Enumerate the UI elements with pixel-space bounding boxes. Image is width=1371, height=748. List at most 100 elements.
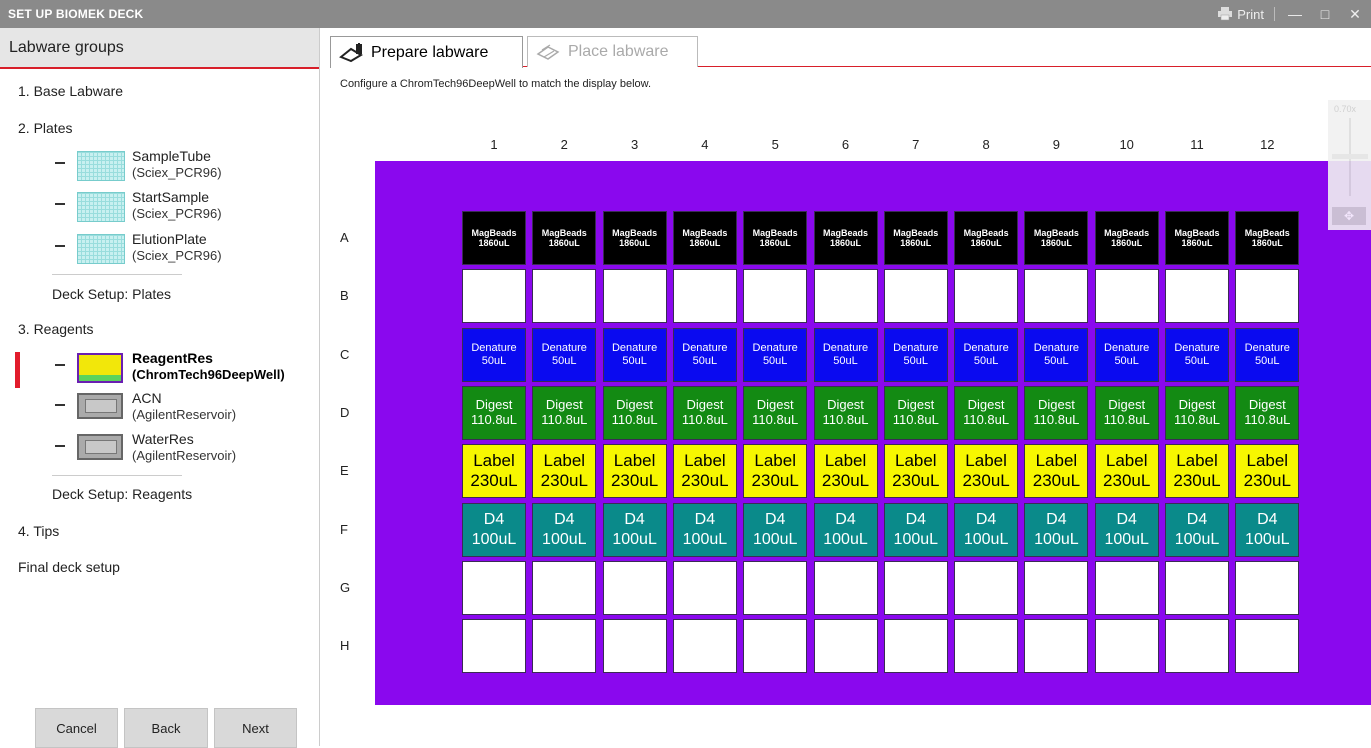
well-G4[interactable] [672,560,737,615]
well-H6[interactable] [813,619,878,674]
group-final-deck-setup[interactable]: Final deck setup [18,559,120,575]
well-H10[interactable] [1094,619,1159,674]
well-C2[interactable]: Denature 50uL [532,327,597,382]
tab-place-labware[interactable]: Place labware [527,36,698,67]
well-E12[interactable]: Label 230uL [1235,444,1300,499]
well-A9[interactable]: MagBeads 1860uL [1024,211,1089,265]
well-C10[interactable]: Denature 50uL [1094,327,1159,382]
well-G11[interactable] [1165,560,1229,615]
well-A3[interactable]: MagBeads 1860uL [602,211,667,265]
well-A6[interactable]: MagBeads 1860uL [813,211,878,265]
well-A1[interactable]: MagBeads 1860uL [462,211,526,265]
well-A10[interactable]: MagBeads 1860uL [1094,211,1159,265]
reagent-item-waterres[interactable]: WaterRes (AgilentReservoir) [0,431,320,471]
well-F4[interactable]: D4 100uL [672,502,737,557]
minimize-button[interactable]: — [1285,6,1305,22]
well-G8[interactable] [954,560,1019,615]
print-button[interactable]: Print [1217,7,1264,22]
well-F5[interactable]: D4 100uL [743,502,808,557]
well-F6[interactable]: D4 100uL [813,502,878,557]
well-G12[interactable] [1235,560,1300,615]
well-B9[interactable] [1024,269,1089,324]
well-C7[interactable]: Denature 50uL [883,327,948,382]
well-D3[interactable]: Digest 110.8uL [602,385,667,440]
well-C9[interactable]: Denature 50uL [1024,327,1089,382]
well-E4[interactable]: Label 230uL [672,444,737,499]
well-G3[interactable] [602,560,667,615]
well-E9[interactable]: Label 230uL [1024,444,1089,499]
well-D5[interactable]: Digest 110.8uL [743,385,808,440]
well-F9[interactable]: D4 100uL [1024,502,1089,557]
plate-item-sampletube[interactable]: SampleTube (Sciex_PCR96) [0,148,320,188]
well-H12[interactable] [1235,619,1300,674]
group-reagents[interactable]: 3. Reagents [18,321,94,337]
well-D1[interactable]: Digest 110.8uL [462,385,526,440]
back-button[interactable]: Back [124,708,208,748]
well-G2[interactable] [532,560,597,615]
well-H7[interactable] [883,619,948,674]
well-H8[interactable] [954,619,1019,674]
well-F10[interactable]: D4 100uL [1094,502,1159,557]
well-E1[interactable]: Label 230uL [462,444,526,499]
well-B1[interactable] [462,269,526,324]
well-G1[interactable] [462,560,526,615]
well-H11[interactable] [1165,619,1229,674]
well-G5[interactable] [743,560,808,615]
well-H5[interactable] [743,619,808,674]
well-A8[interactable]: MagBeads 1860uL [954,211,1019,265]
well-B8[interactable] [954,269,1019,324]
plate-item-elutionplate[interactable]: ElutionPlate (Sciex_PCR96) [0,231,320,271]
deck-setup-reagents[interactable]: Deck Setup: Reagents [52,486,192,502]
well-D10[interactable]: Digest 110.8uL [1094,385,1159,440]
zoom-control[interactable]: 0.70x ✥ [1328,100,1371,230]
well-C11[interactable]: Denature 50uL [1165,327,1229,382]
well-E11[interactable]: Label 230uL [1165,444,1229,499]
well-G10[interactable] [1094,560,1159,615]
well-F7[interactable]: D4 100uL [883,502,948,557]
well-A2[interactable]: MagBeads 1860uL [532,211,597,265]
close-button[interactable]: ✕ [1345,6,1365,23]
well-C1[interactable]: Denature 50uL [462,327,526,382]
well-D12[interactable]: Digest 110.8uL [1235,385,1300,440]
well-B7[interactable] [883,269,948,324]
next-button[interactable]: Next [214,708,297,748]
well-D9[interactable]: Digest 110.8uL [1024,385,1089,440]
well-B4[interactable] [672,269,737,324]
well-E6[interactable]: Label 230uL [813,444,878,499]
well-G6[interactable] [813,560,878,615]
well-B10[interactable] [1094,269,1159,324]
group-base-labware[interactable]: 1. Base Labware [18,83,123,99]
well-A11[interactable]: MagBeads 1860uL [1165,211,1229,265]
well-B6[interactable] [813,269,878,324]
well-H2[interactable] [532,619,597,674]
well-A7[interactable]: MagBeads 1860uL [883,211,948,265]
plate-item-startsample[interactable]: StartSample (Sciex_PCR96) [0,189,320,229]
well-D2[interactable]: Digest 110.8uL [532,385,597,440]
well-D4[interactable]: Digest 110.8uL [672,385,737,440]
well-F12[interactable]: D4 100uL [1235,502,1300,557]
well-H1[interactable] [462,619,526,674]
well-G9[interactable] [1024,560,1089,615]
well-H4[interactable] [672,619,737,674]
well-B2[interactable] [532,269,597,324]
well-F8[interactable]: D4 100uL [954,502,1019,557]
reagent-item-reagentres[interactable]: ReagentRes (ChromTech96DeepWell) [0,350,320,390]
well-B5[interactable] [743,269,808,324]
tab-prepare-labware[interactable]: Prepare labware [330,36,523,68]
deck-setup-plates[interactable]: Deck Setup: Plates [52,286,171,302]
reagent-item-acn[interactable]: ACN (AgilentReservoir) [0,390,320,430]
well-E7[interactable]: Label 230uL [883,444,948,499]
well-B12[interactable] [1235,269,1300,324]
well-A4[interactable]: MagBeads 1860uL [672,211,737,265]
well-A5[interactable]: MagBeads 1860uL [743,211,808,265]
well-D8[interactable]: Digest 110.8uL [954,385,1019,440]
well-F11[interactable]: D4 100uL [1165,502,1229,557]
well-E8[interactable]: Label 230uL [954,444,1019,499]
well-C12[interactable]: Denature 50uL [1235,327,1300,382]
well-A12[interactable]: MagBeads 1860uL [1235,211,1300,265]
pan-icon[interactable]: ✥ [1332,207,1366,225]
well-E3[interactable]: Label 230uL [602,444,667,499]
well-F2[interactable]: D4 100uL [532,502,597,557]
well-C4[interactable]: Denature 50uL [672,327,737,382]
well-C3[interactable]: Denature 50uL [602,327,667,382]
